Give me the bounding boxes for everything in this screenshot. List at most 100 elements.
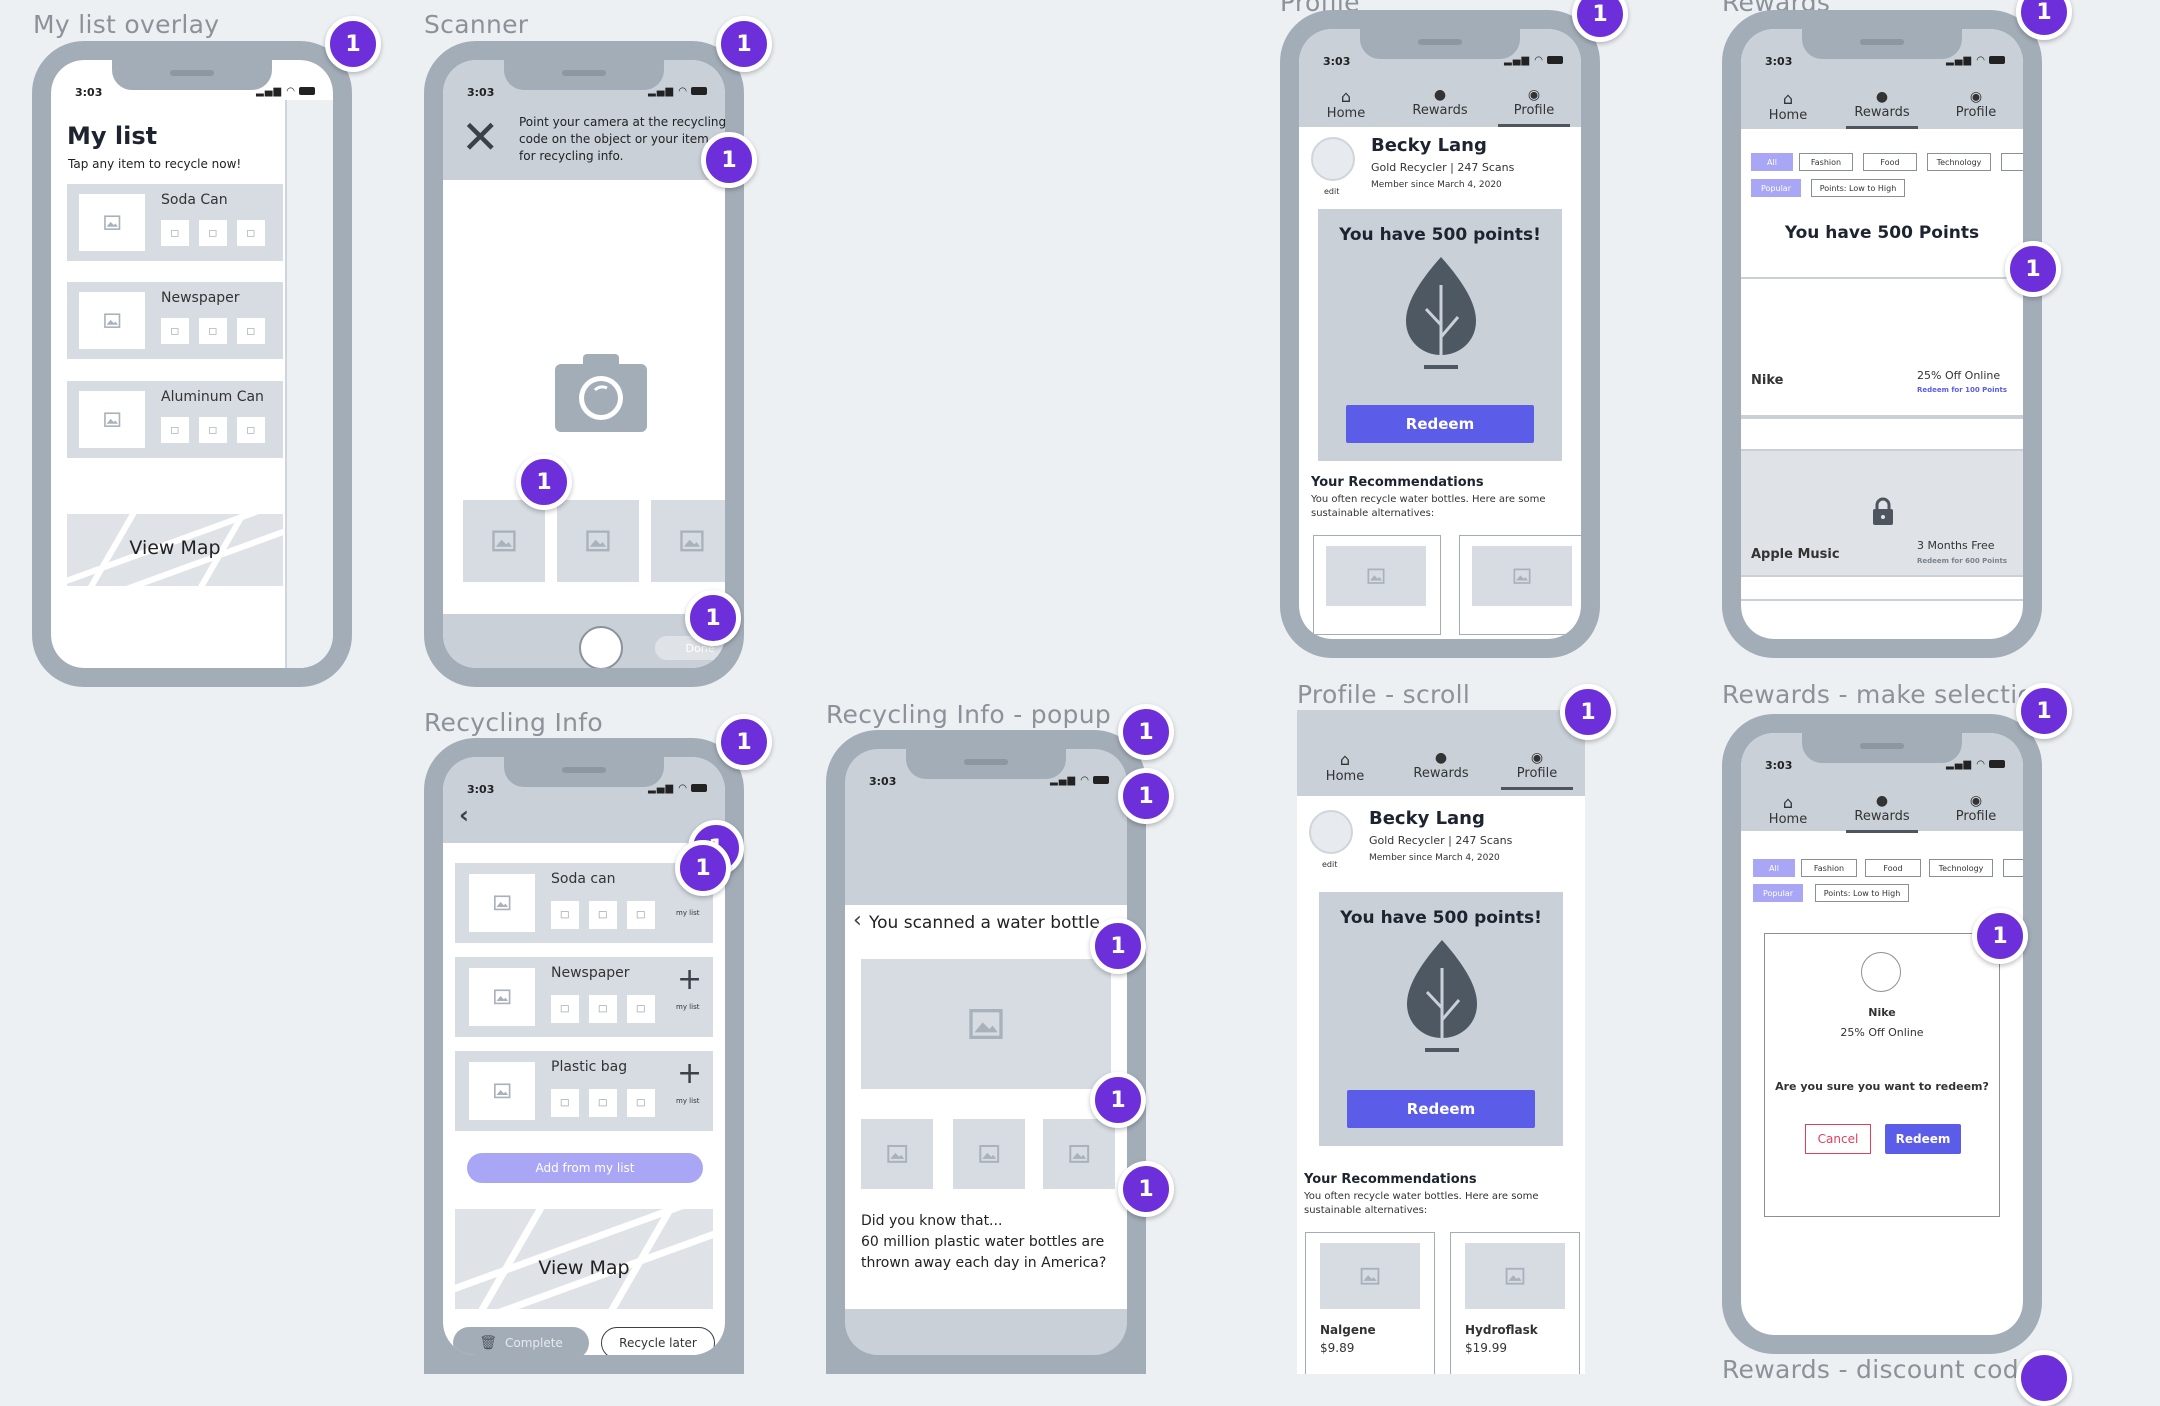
scanned-thumbnail[interactable] bbox=[557, 500, 639, 582]
list-item[interactable]: Plastic bag + my list bbox=[455, 1051, 713, 1131]
recycle-later-button[interactable]: Recycle later bbox=[601, 1327, 715, 1355]
redeem-button[interactable]: Redeem bbox=[1347, 1090, 1535, 1128]
profile-scroll-screen: ⌂ Home ● Rewards ◉ Profile edit Becky Lang … bbox=[1297, 710, 1585, 1374]
dialog-deal: 25% Off Online bbox=[1840, 1026, 1924, 1039]
list-item[interactable]: Newspaper bbox=[67, 282, 283, 359]
map-label: View Map bbox=[129, 537, 221, 559]
redeem-button[interactable]: Redeem bbox=[1346, 405, 1534, 443]
tab-rewards[interactable]: ● Rewards bbox=[1835, 89, 1929, 129]
shutter-button[interactable] bbox=[579, 626, 623, 668]
offer-card-apple-music[interactable]: Apple Music 3 Months Free Redeem for 600… bbox=[1741, 449, 2023, 577]
tab-home[interactable]: ⌂ Home bbox=[1741, 89, 1835, 123]
dialog-brand: Nike bbox=[1868, 1006, 1896, 1019]
filter-chip-more[interactable] bbox=[2001, 153, 2023, 171]
tab-profile[interactable]: ◉ Profile bbox=[1489, 750, 1585, 790]
item-name: Newspaper bbox=[161, 290, 240, 306]
sort-chip-points[interactable]: Points: Low to High bbox=[1811, 179, 1905, 197]
scanned-thumbnail[interactable] bbox=[651, 500, 725, 582]
avatar[interactable] bbox=[1311, 137, 1355, 181]
member-since: Member since March 4, 2020 bbox=[1369, 853, 1500, 863]
view-map-button[interactable]: View Map bbox=[67, 514, 283, 586]
back-chevron-icon[interactable]: ‹ bbox=[853, 910, 862, 932]
close-icon[interactable]: ✕ bbox=[461, 114, 500, 160]
filter-chip-all[interactable]: All bbox=[1751, 153, 1793, 171]
list-item[interactable]: Soda Can bbox=[67, 184, 283, 261]
frame-title-scanner: Scanner bbox=[424, 10, 529, 39]
notch bbox=[1802, 29, 1962, 59]
brand-logo-placeholder bbox=[1861, 952, 1901, 992]
tab-profile[interactable]: ◉ Profile bbox=[1929, 793, 2023, 827]
annotation-badge: 1 bbox=[1118, 704, 1174, 760]
cancel-button[interactable]: Cancel bbox=[1805, 1124, 1871, 1154]
thumbnail[interactable] bbox=[1043, 1119, 1115, 1189]
add-from-list-button[interactable]: Add from my list bbox=[467, 1153, 703, 1183]
thumbnail[interactable] bbox=[861, 1119, 933, 1189]
edit-link[interactable]: edit bbox=[1324, 187, 1339, 196]
complete-label: Complete bbox=[504, 1336, 563, 1350]
filter-chip-fashion[interactable]: Fashion bbox=[1801, 859, 1857, 877]
tab-home[interactable]: ⌂ Home bbox=[1741, 793, 1835, 827]
product-card[interactable]: Hydroflask $19.99 bbox=[1450, 1232, 1580, 1374]
annotation-badge bbox=[2016, 1350, 2072, 1406]
tab-rewards[interactable]: ● Rewards bbox=[1393, 750, 1489, 784]
scanned-thumbnail[interactable] bbox=[463, 500, 545, 582]
edit-link[interactable]: edit bbox=[1322, 860, 1337, 869]
product-card[interactable] bbox=[1313, 535, 1441, 635]
annotation-badge: 1 bbox=[516, 454, 572, 510]
add-icon[interactable]: + bbox=[677, 965, 702, 995]
top-nav: ⌂ Home ● Rewards ◉ Profile bbox=[1741, 89, 2023, 129]
thumbnail[interactable] bbox=[953, 1119, 1025, 1189]
tab-home[interactable]: ⌂ Home bbox=[1297, 750, 1393, 784]
product-card[interactable] bbox=[1459, 535, 1581, 635]
product-card[interactable]: Nalgene $9.89 bbox=[1305, 1232, 1435, 1374]
filter-chip-more[interactable] bbox=[2003, 859, 2023, 877]
offer-deal: 3 Months Free bbox=[1917, 539, 1995, 552]
image-icon bbox=[469, 874, 535, 932]
filter-chip-technology[interactable]: Technology bbox=[1927, 153, 1991, 171]
product-image bbox=[861, 959, 1111, 1089]
view-map-button[interactable]: View Map bbox=[455, 1209, 713, 1309]
filter-chip-food[interactable]: Food bbox=[1865, 859, 1921, 877]
tab-profile[interactable]: ◉ Profile bbox=[1487, 87, 1581, 127]
filter-chip-technology[interactable]: Technology bbox=[1929, 859, 1993, 877]
camera-icon bbox=[555, 350, 647, 432]
image-icon bbox=[79, 194, 145, 251]
complete-button[interactable]: 🗑 Complete bbox=[453, 1327, 589, 1355]
annotation-badge: 1 bbox=[701, 132, 757, 188]
item-name: Newspaper bbox=[551, 965, 630, 981]
filter-chip-all[interactable]: All bbox=[1753, 859, 1795, 877]
sort-chip-popular[interactable]: Popular bbox=[1753, 884, 1803, 902]
tab-rewards[interactable]: ● Rewards bbox=[1835, 793, 1929, 833]
sort-chip-popular[interactable]: Popular bbox=[1751, 179, 1801, 197]
frame-title-recycling-info: Recycling Info bbox=[424, 708, 603, 737]
add-icon[interactable]: + bbox=[677, 1059, 702, 1089]
sort-chip-points[interactable]: Points: Low to High bbox=[1815, 884, 1909, 902]
item-name: Soda Can bbox=[161, 192, 228, 208]
item-name: Aluminum Can bbox=[161, 389, 264, 405]
tab-rewards[interactable]: ● Rewards bbox=[1393, 87, 1487, 121]
status-icons: ▂▄▆ ◠ bbox=[1946, 55, 2005, 66]
back-chevron-icon[interactable]: ‹ bbox=[459, 801, 469, 829]
points-heading: You have 500 Points bbox=[1784, 223, 1980, 243]
offer-redeem-link[interactable]: Redeem for 100 Points bbox=[1917, 386, 2007, 394]
frame-title-popup: Recycling Info - popup bbox=[826, 700, 1112, 729]
list-item[interactable]: Newspaper + my list bbox=[455, 957, 713, 1037]
confirm-redeem-button[interactable]: Redeem bbox=[1885, 1124, 1961, 1154]
ribbon-icon: ● bbox=[1875, 793, 1889, 809]
ribbon-icon: ● bbox=[1875, 89, 1889, 105]
tab-profile[interactable]: ◉ Profile bbox=[1929, 89, 2023, 123]
scanner-instruction: Point your camera at the recycling code … bbox=[519, 115, 725, 163]
list-item[interactable]: Aluminum Can bbox=[67, 381, 283, 458]
tab-home[interactable]: ⌂ Home bbox=[1299, 87, 1393, 121]
status-time: 3:03 bbox=[869, 775, 897, 788]
divider bbox=[1741, 599, 2023, 601]
annotation-badge: 1 bbox=[2016, 683, 2072, 739]
filter-chip-fashion[interactable]: Fashion bbox=[1799, 153, 1853, 171]
offer-card-nike[interactable]: Nike 25% Off Online Redeem for 100 Point… bbox=[1741, 279, 2023, 415]
image-icon bbox=[589, 995, 617, 1023]
list-item[interactable]: Soda can my list bbox=[455, 863, 713, 943]
offer-brand: Apple Music bbox=[1751, 547, 1840, 562]
filter-chip-food[interactable]: Food bbox=[1863, 153, 1917, 171]
avatar[interactable] bbox=[1309, 810, 1353, 854]
tab-label: Rewards bbox=[1413, 766, 1469, 781]
